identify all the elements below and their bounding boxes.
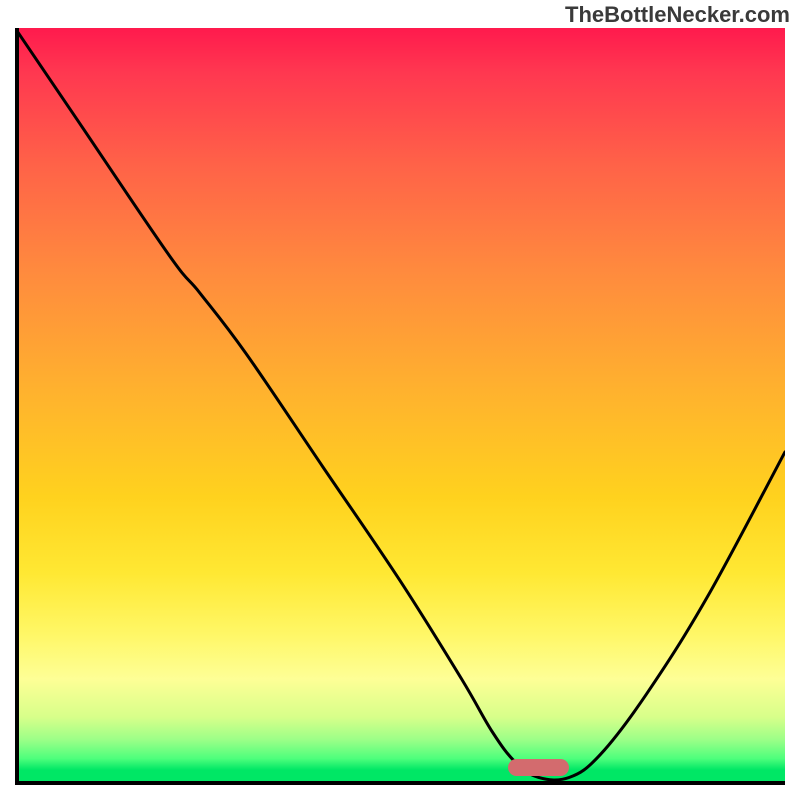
optimal-range-marker [508,759,570,776]
plot-area [15,28,785,785]
chart-container: TheBottleNecker.com [0,0,800,800]
bottleneck-curve [15,28,785,785]
attribution-text: TheBottleNecker.com [565,2,790,28]
